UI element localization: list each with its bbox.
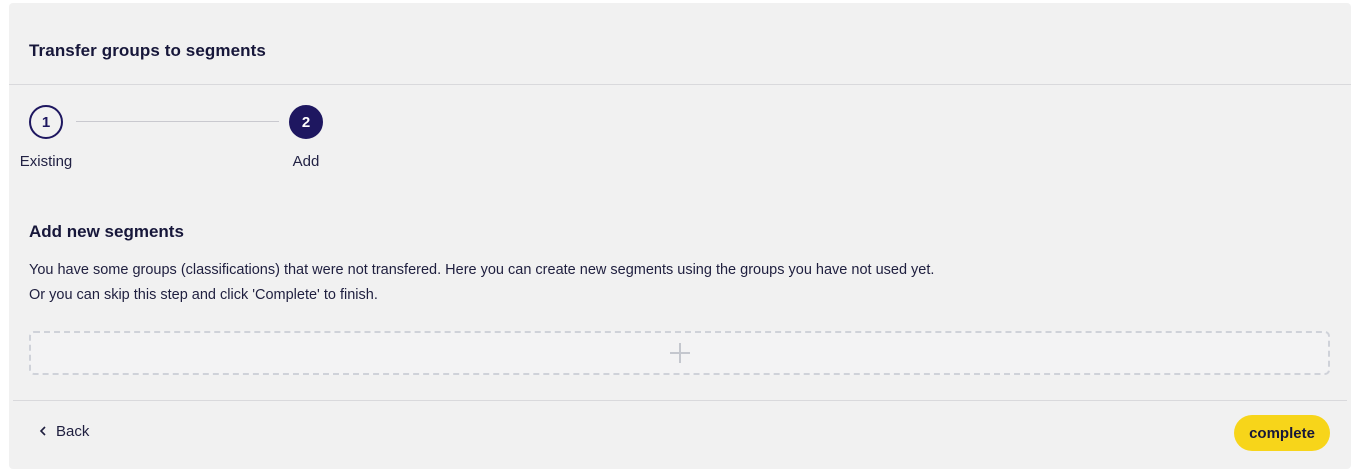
complete-button[interactable]: complete xyxy=(1234,415,1330,451)
footer-divider xyxy=(13,400,1347,401)
add-segment-dropzone[interactable] xyxy=(29,331,1330,375)
step-1-label: Existing xyxy=(19,153,73,170)
transfer-dialog: Transfer groups to segments 1 Existing 2… xyxy=(9,3,1351,469)
section-description-line-1: You have some groups (classifications) t… xyxy=(29,262,935,278)
section-title: Add new segments xyxy=(29,222,184,241)
back-button[interactable]: Back xyxy=(39,419,89,443)
dialog-title: Transfer groups to segments xyxy=(29,41,266,60)
step-1-number: 1 xyxy=(41,113,51,131)
chevron-left-icon xyxy=(39,423,47,440)
plus-icon xyxy=(669,342,691,364)
back-label: Back xyxy=(56,422,90,440)
step-connector xyxy=(76,121,279,122)
step-2-number: 2 xyxy=(301,113,311,131)
dialog-header: Transfer groups to segments xyxy=(9,3,1351,85)
section-description-line-2: Or you can skip this step and click 'Com… xyxy=(29,287,378,303)
step-2-indicator[interactable]: 2 xyxy=(289,105,323,139)
step-1-indicator[interactable]: 1 xyxy=(29,105,63,139)
step-2-label: Add xyxy=(292,153,320,170)
